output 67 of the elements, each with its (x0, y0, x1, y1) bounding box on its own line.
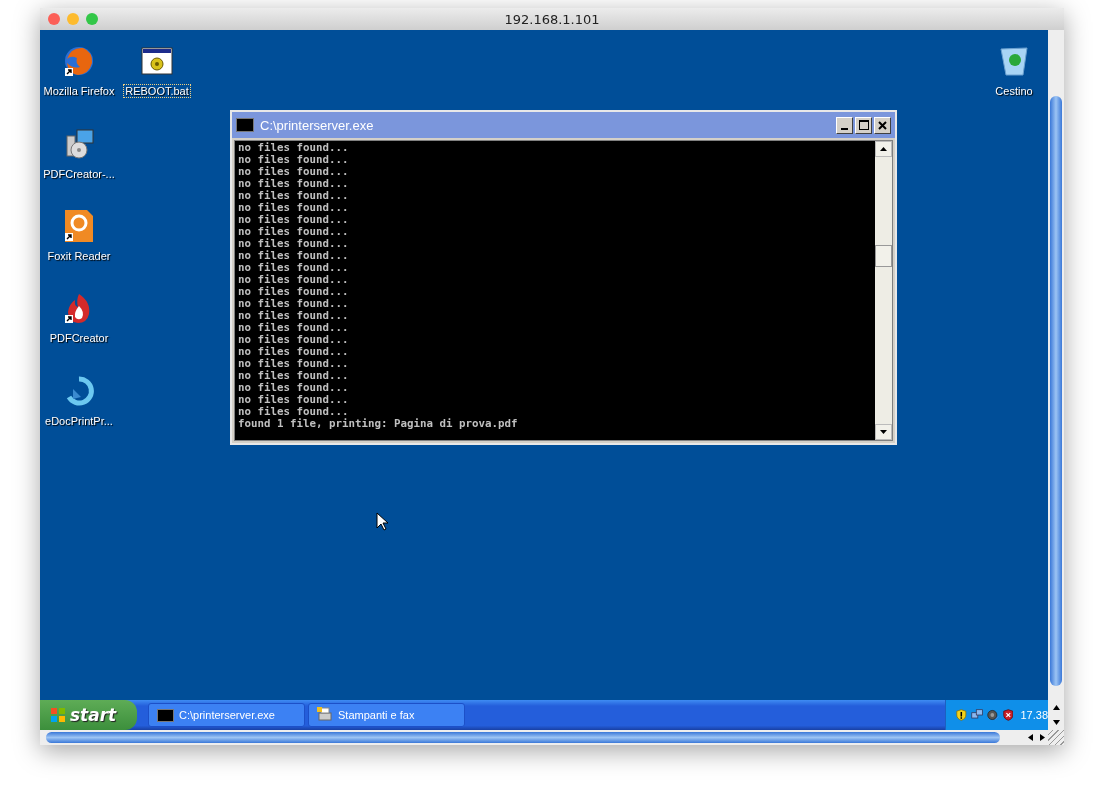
console-line: no files found... (238, 286, 349, 298)
console-icon (157, 708, 174, 722)
icon-label[interactable]: PDFCreator-... (42, 168, 116, 180)
console-line: no files found... (238, 346, 349, 358)
mouse-pointer-icon (376, 512, 388, 531)
console-line: no files found... (238, 190, 349, 202)
console-line: no files found... (238, 154, 349, 166)
up-arrow-icon (880, 147, 887, 151)
console-line: no files found... (238, 370, 349, 382)
console-line: no files found... (238, 226, 349, 238)
console-line: no files found... (238, 382, 349, 394)
close-button[interactable] (874, 116, 891, 134)
printer-icon (317, 707, 333, 723)
up-arrow-icon[interactable] (1052, 705, 1060, 710)
scroll-thumb[interactable] (1050, 96, 1062, 686)
down-arrow-icon[interactable] (1052, 720, 1060, 725)
left-arrow-icon (1027, 734, 1033, 741)
taskbar-button[interactable]: C:\printerserver.exe (148, 703, 305, 727)
windows-logo-icon (50, 707, 66, 723)
resize-grip-icon[interactable] (1048, 730, 1064, 745)
console-line: no files found... (238, 202, 349, 214)
window-title: 192.168.1.101 (504, 11, 600, 27)
console-line: no files found... (238, 274, 349, 286)
console-line: no files found... (238, 214, 349, 226)
console-icon (236, 118, 254, 132)
console-line: no files found... (238, 334, 349, 346)
globe-fox-icon[interactable] (63, 45, 95, 77)
vertical-scrollbar[interactable] (1048, 30, 1064, 700)
speaker-icon[interactable] (986, 707, 999, 723)
scroll-thumb[interactable] (875, 245, 892, 267)
batch-file-icon[interactable] (141, 45, 173, 77)
scroll-down-button[interactable] (875, 424, 892, 440)
console-line: no files found... (238, 310, 349, 322)
icon-label[interactable]: Foxit Reader (46, 250, 112, 262)
icon-label[interactable]: Cestino (994, 85, 1034, 97)
scroll-up-button[interactable] (875, 141, 892, 157)
maximize-button[interactable] (855, 116, 872, 134)
scroll-thumb[interactable] (46, 732, 1000, 743)
console-line: no files found... (238, 166, 349, 178)
shield-error-icon[interactable] (1002, 707, 1014, 723)
console-line: no files found... (238, 406, 349, 418)
shield-warning-icon[interactable] (956, 707, 967, 723)
down-arrow-icon (880, 430, 887, 434)
installer-icon[interactable] (63, 128, 95, 160)
taskbar-button[interactable]: Stampanti e fax (308, 703, 465, 727)
icon-label[interactable]: PDFCreator (48, 332, 110, 344)
console-line: found 1 file, printing: Pagina di prova.pdf (238, 418, 518, 430)
recycle-bin-icon[interactable] (998, 45, 1030, 77)
console-line: no files found... (238, 262, 349, 274)
icon-label[interactable]: REBOOT.bat (124, 85, 190, 97)
console-line: no files found... (238, 298, 349, 310)
close-icon (878, 120, 887, 130)
console-title: C:\printerserver.exe (260, 117, 374, 133)
scrollbar[interactable] (875, 141, 892, 440)
console-line: no files found... (238, 178, 349, 190)
console-line: no files found... (238, 250, 349, 262)
console-line: no files found... (238, 142, 349, 154)
icon-label[interactable]: Mozilla Firefox (42, 85, 116, 97)
icon-label[interactable]: eDocPrintPr... (44, 415, 114, 427)
console-line: no files found... (238, 394, 349, 406)
console-line: no files found... (238, 322, 349, 334)
console-line: no files found... (238, 358, 349, 370)
clock: 17.38 (1020, 709, 1048, 721)
console-line: no files found... (238, 238, 349, 250)
right-arrow-icon (1039, 734, 1045, 741)
pdf-document-icon[interactable] (63, 210, 95, 242)
minimize-button[interactable] (836, 116, 853, 134)
